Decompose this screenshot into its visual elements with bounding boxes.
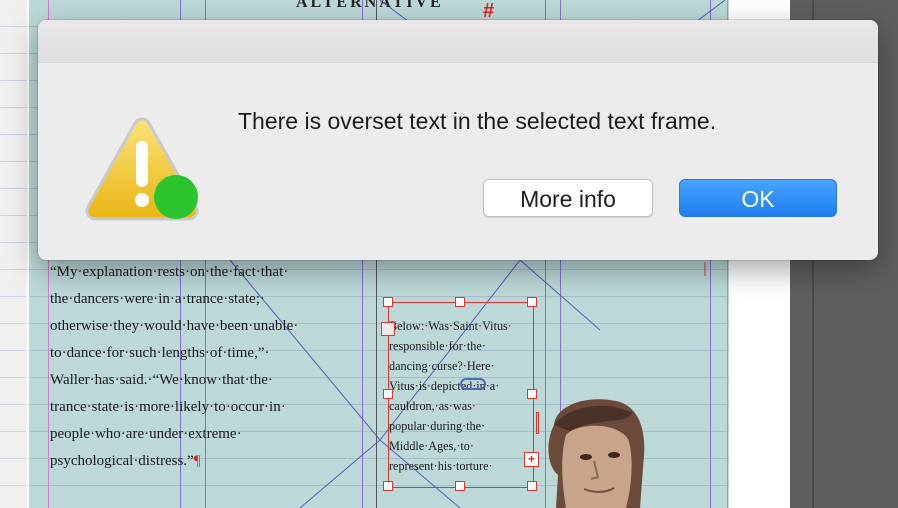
resize-handle-top-left[interactable] (383, 297, 393, 307)
caption-line: cauldron,·as·was· (389, 399, 476, 413)
caption-text[interactable]: Below:·Was·Saint·Vitus· responsible·for·… (389, 318, 534, 478)
ok-button[interactable]: OK (679, 179, 837, 217)
dialog-titlebar[interactable] (38, 20, 878, 63)
caption-line: responsible·for·the· (389, 339, 486, 353)
resize-handle-bottom-left[interactable] (383, 481, 393, 491)
resize-handle-top[interactable] (455, 297, 465, 307)
body-text-frame[interactable]: “My·explanation·rests·on·the·fact·that· … (50, 262, 360, 478)
resize-handle-right[interactable] (527, 389, 537, 399)
caption-line: dancing·curse?·Here· (389, 359, 495, 373)
resize-handle-left[interactable] (383, 389, 393, 399)
caption-line: Below:·Was·Saint·Vitus· (389, 319, 512, 333)
caption-line: Middle·Ages,·to· (389, 439, 474, 453)
resize-handle-top-right[interactable] (527, 297, 537, 307)
body-line: trance·state·is·more·likely·to·occur·in· (50, 399, 286, 415)
alert-message: There is overset text in the selected te… (238, 108, 717, 134)
frame-link-icon[interactable] (460, 378, 486, 390)
resize-handle-bottom[interactable] (455, 481, 465, 491)
body-line-last: psychological·distress.”¶ (50, 451, 360, 478)
overset-text-icon[interactable]: + (524, 452, 539, 467)
body-line: people·who·are·under·extreme· (50, 426, 242, 442)
body-line: “My·explanation·rests·on·the·fact·that· (50, 264, 289, 280)
caption-line: represent·his·torture· (389, 459, 493, 473)
headline-text: ALTERNATIVE (296, 0, 444, 11)
warning-icon (82, 115, 202, 225)
in-port-icon[interactable] (381, 322, 395, 336)
body-line: Waller·has·said.·“We·know·that·the· (50, 372, 273, 388)
frame-edge (536, 412, 539, 434)
resize-handle-bottom-right[interactable] (527, 481, 537, 491)
more-info-button[interactable]: More info (483, 179, 653, 217)
body-line: otherwise·they·would·have·been·unable· (50, 318, 299, 334)
body-line: psychological·distress.” (50, 453, 194, 469)
alert-dialog: There is overset text in the selected te… (38, 20, 878, 260)
pilcrow-mark: ¶ (193, 453, 201, 469)
saint-vitus-image[interactable] (536, 395, 648, 508)
body-line: the·dancers·were·in·a·trance·state;· (50, 291, 265, 307)
body-line: to·dance·for·such·lengths·of·time,”· (50, 345, 270, 361)
caption-line: popular·during·the· (389, 419, 486, 433)
